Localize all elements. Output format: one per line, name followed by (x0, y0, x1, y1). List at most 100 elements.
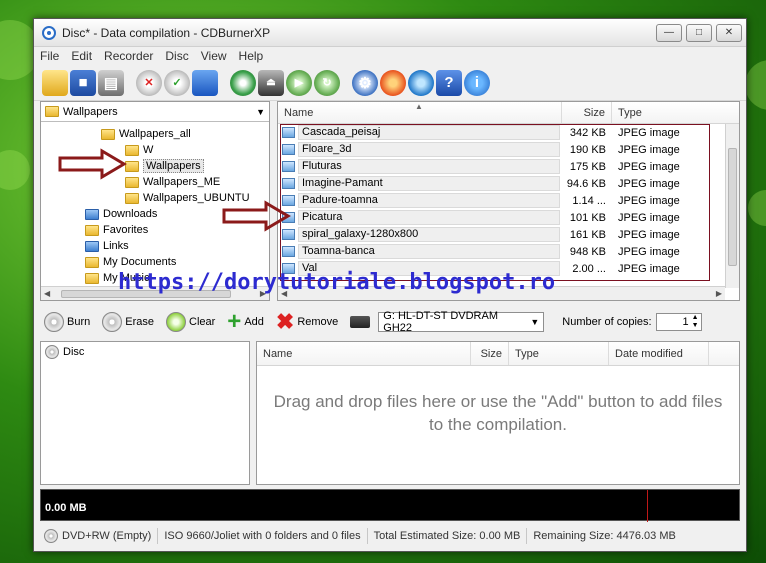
menu-edit[interactable]: Edit (71, 49, 92, 63)
capacity-used-label: 0.00 MB (45, 502, 87, 514)
menu-help[interactable]: Help (239, 49, 264, 63)
erase-disc-icon (102, 312, 123, 332)
column-size[interactable]: Size (562, 102, 612, 123)
clear-button[interactable]: Clear (162, 312, 219, 332)
menu-recorder[interactable]: Recorder (104, 49, 153, 63)
file-row[interactable]: Padure-toamna 1.14 ... JPEG image (278, 192, 739, 209)
image-file-icon (282, 161, 295, 172)
tree-item-favorites[interactable]: Favorites (85, 222, 148, 238)
file-name: Cascada_peisaj (298, 125, 560, 140)
file-name-cell: Floare_3d (278, 142, 562, 157)
tree-item-wallpapers-me[interactable]: Wallpapers_ME (125, 174, 220, 190)
folder-icon (45, 106, 59, 117)
help-icon[interactable]: ? (436, 69, 462, 96)
file-name-cell: Cascada_peisaj (278, 125, 562, 140)
drive-icon (350, 316, 371, 328)
file-size: 2.00 ... (572, 262, 606, 275)
disc-refresh-icon[interactable]: ↻ (314, 69, 340, 96)
column-type[interactable]: Type (612, 102, 732, 123)
file-row[interactable]: Fluturas 175 KB JPEG image (278, 158, 739, 175)
eject-icon[interactable]: ⏏ (258, 69, 284, 96)
drop-hint: Drag and drop files here or use the "Add… (273, 392, 723, 434)
globe-search-icon[interactable] (408, 69, 434, 96)
remove-label: Remove (297, 316, 339, 328)
main-toolbar: ■ ▤ ✕ ✓ ⏏ ▶ ↻ ⚙ ? i (34, 65, 746, 101)
file-name: spiral_galaxy-1280x800 (298, 227, 560, 242)
save-icon[interactable]: ■ (70, 69, 96, 96)
burn-disc-icon (44, 312, 64, 332)
image-file-icon (282, 246, 295, 257)
menu-view[interactable]: View (201, 49, 227, 63)
file-name: Toamna-banca (298, 244, 560, 259)
capacity-meter: 0.00 MB (40, 489, 740, 522)
drive-icon-wrap (346, 316, 374, 328)
tree-item-links[interactable]: Links (85, 238, 129, 254)
file-row[interactable]: Imagine-Pamant 94.6 KB JPEG image (278, 175, 739, 192)
copies-stepper[interactable]: 1 ▲ ▼ (655, 313, 702, 331)
about-icon[interactable]: i (464, 69, 490, 96)
disc-root-item[interactable]: Disc (45, 344, 84, 360)
disc-forward-icon[interactable]: ▶ (286, 69, 312, 96)
print-icon[interactable]: ▤ (98, 69, 124, 96)
scroll-left-icon[interactable]: ◀ (44, 289, 50, 298)
clear-label: Clear (189, 316, 216, 328)
file-size: 190 KB (569, 143, 606, 156)
scroll-right-icon[interactable]: ▶ (716, 289, 722, 298)
file-row[interactable]: spiral_galaxy-1280x800 161 KB JPEG image (278, 226, 739, 243)
file-size: 948 KB (569, 245, 606, 258)
drive-select[interactable]: G: HL-DT-ST DVDRAM GH22 ▼ (378, 310, 545, 334)
compile-column-size[interactable]: Size (471, 342, 509, 365)
scroll-thumb[interactable] (728, 148, 737, 266)
compile-column-name[interactable]: Name (257, 342, 471, 365)
file-name: Fluturas (298, 159, 560, 174)
remove-button[interactable]: ✖ Remove (272, 311, 342, 333)
file-size: 94.6 KB (566, 177, 606, 190)
tree-item-wallpapers[interactable]: Wallpapers (125, 158, 204, 174)
file-name-cell: Toamna-banca (278, 244, 562, 259)
minimize-button[interactable]: — (656, 23, 682, 42)
status-remaining-size: Remaining Size: 4476.03 MB (533, 530, 676, 542)
file-list-vertical-scrollbar[interactable] (725, 124, 739, 288)
blog-watermark: https://dorytutoriale.blogspot.ro (118, 270, 556, 295)
tree-item-wallpapers-all[interactable]: Wallpapers_all (101, 126, 191, 142)
file-type: JPEG image (618, 143, 680, 156)
chevron-down-icon[interactable]: ▼ (530, 317, 539, 327)
erase-button[interactable]: Erase (98, 312, 158, 332)
folder-combo[interactable]: Wallpapers ▼ (41, 102, 269, 122)
settings-icon[interactable]: ⚙ (352, 69, 378, 96)
desktop-bubble (745, 60, 766, 110)
menu-file[interactable]: File (40, 49, 59, 63)
info-blue-icon[interactable] (192, 69, 218, 96)
burn-label: Burn (67, 316, 91, 328)
burn-flame-icon[interactable] (380, 69, 406, 96)
compile-column-type[interactable]: Type (509, 342, 609, 365)
copies-label: Number of copies: (562, 316, 652, 328)
status-disc-text: DVD+RW (Empty) (62, 530, 152, 542)
chevron-down-icon[interactable]: ▼ (256, 107, 265, 117)
capacity-limit-marker (647, 490, 648, 522)
file-row[interactable]: Cascada_peisaj 342 KB JPEG image (278, 124, 739, 141)
file-row[interactable]: Toamna-banca 948 KB JPEG image (278, 243, 739, 260)
close-button[interactable]: ✕ (716, 23, 742, 42)
disc-tools-icon[interactable] (230, 69, 256, 96)
file-rows: Cascada_peisaj 342 KB JPEG image Floare_3d 1… (278, 124, 739, 277)
download-folder-icon (85, 208, 99, 220)
file-size: 1.14 ... (572, 194, 606, 207)
add-button[interactable]: + Add (223, 310, 268, 334)
file-row[interactable]: Floare_3d 190 KB JPEG image (278, 141, 739, 158)
tree-item-w[interactable]: W (125, 142, 153, 158)
file-row[interactable]: Picatura 101 KB JPEG image (278, 209, 739, 226)
burn-button[interactable]: Burn (40, 312, 94, 332)
file-type: JPEG image (618, 194, 680, 207)
compile-column-date[interactable]: Date modified (609, 342, 709, 365)
erase-disc-icon[interactable]: ✕ (136, 69, 162, 96)
menu-disc[interactable]: Disc (165, 49, 188, 63)
verify-disc-icon[interactable]: ✓ (164, 69, 190, 96)
compilation-area: Disc Name Size Type Date modified Drag a… (40, 341, 740, 485)
file-type: JPEG image (618, 228, 680, 241)
tree-item-downloads[interactable]: Downloads (85, 206, 157, 222)
spin-arrows-icon[interactable]: ▲ ▼ (692, 314, 699, 330)
new-folder-icon[interactable] (42, 69, 68, 96)
maximize-button[interactable]: □ (686, 23, 712, 42)
tree-item-my-documents[interactable]: My Documents (85, 254, 176, 270)
